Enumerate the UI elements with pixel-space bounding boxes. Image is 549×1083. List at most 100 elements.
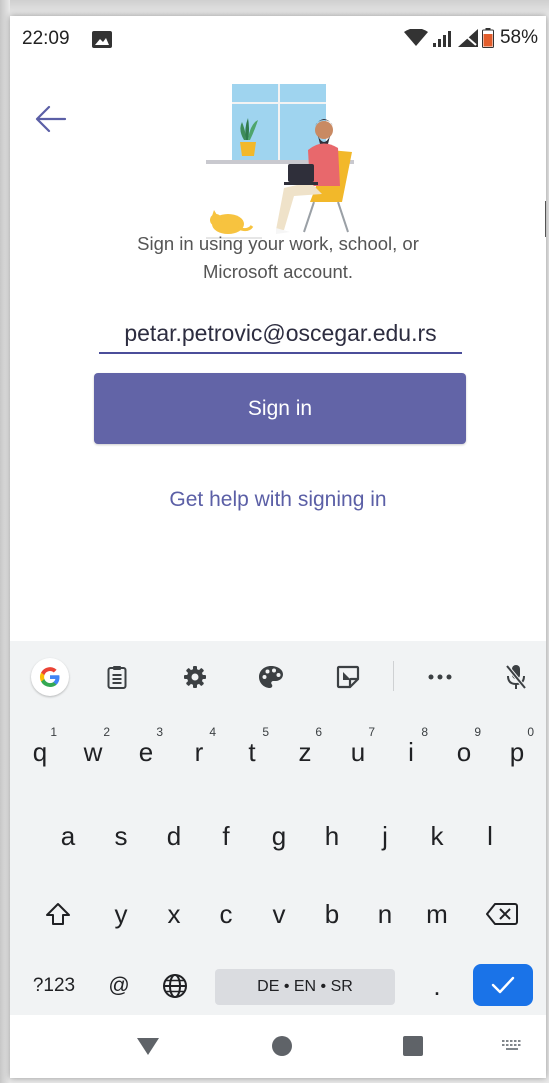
key-d[interactable]: d <box>149 807 199 865</box>
system-nav-bar <box>10 1015 546 1078</box>
key-hint: 7 <box>368 725 375 739</box>
theme-button[interactable] <box>252 658 290 696</box>
key-x[interactable]: x <box>149 885 199 943</box>
key-e[interactable]: e3 <box>121 723 171 781</box>
home-circle-icon <box>272 1036 292 1056</box>
sign-in-button[interactable]: Sign in <box>94 373 466 444</box>
key-hint: 5 <box>262 725 269 739</box>
globe-icon <box>163 974 187 998</box>
back-button[interactable] <box>30 98 72 140</box>
key-label: q <box>32 736 48 767</box>
key-label: t <box>248 736 256 767</box>
description-text: Sign in using your work, school, or Micr… <box>137 233 419 282</box>
key-hint: 2 <box>103 725 110 739</box>
help-signing-in-link[interactable]: Get help with signing in <box>10 488 546 512</box>
key-r[interactable]: r4 <box>174 723 224 781</box>
key-s[interactable]: s <box>96 807 146 865</box>
key-label: i <box>408 736 414 767</box>
gear-icon <box>184 666 206 688</box>
signal-icon <box>432 31 451 47</box>
key-label: r <box>194 736 204 767</box>
key-label: o <box>456 736 472 767</box>
battery-percent: 58% <box>499 27 538 48</box>
sticker-button[interactable] <box>329 658 367 696</box>
key-a[interactable]: a <box>43 807 93 865</box>
key-n[interactable]: n <box>360 885 410 943</box>
key-label: p <box>509 736 525 767</box>
key-z[interactable]: z6 <box>280 723 330 781</box>
google-button[interactable] <box>31 658 69 696</box>
key-k[interactable]: k <box>412 807 462 865</box>
key-l[interactable]: l <box>465 807 515 865</box>
key-t[interactable]: t5 <box>227 723 277 781</box>
status-icons: 58% <box>403 27 538 49</box>
edge-divider <box>545 201 546 237</box>
checkmark-icon <box>491 976 515 994</box>
palette-icon <box>259 666 283 688</box>
key-w[interactable]: w2 <box>68 723 118 781</box>
backspace-icon <box>486 903 518 925</box>
image-icon <box>92 31 112 48</box>
voice-input-button[interactable] <box>497 658 535 696</box>
language-key[interactable] <box>150 961 200 1011</box>
symbols-key[interactable]: ?123 <box>24 961 84 1011</box>
keyboard-switch-icon <box>502 1040 521 1050</box>
toolbar-divider <box>393 661 394 691</box>
app-screen: 22:09 58% Sign in using your work, schoo… <box>10 16 546 1078</box>
clipboard-button[interactable] <box>98 658 136 696</box>
key-u[interactable]: u7 <box>333 723 383 781</box>
key-g[interactable]: g <box>254 807 304 865</box>
sign-in-illustration <box>206 84 354 239</box>
key-o[interactable]: o9 <box>439 723 489 781</box>
shift-key[interactable] <box>28 885 88 943</box>
key-label: w <box>83 736 103 767</box>
key-m[interactable]: m <box>412 885 462 943</box>
at-key[interactable]: @ <box>94 961 144 1011</box>
nav-recents-button[interactable] <box>399 1032 427 1060</box>
key-j[interactable]: j <box>360 807 410 865</box>
arrow-left-icon <box>35 105 67 133</box>
key-q[interactable]: q1 <box>15 723 65 781</box>
key-label: u <box>350 736 366 767</box>
key-h[interactable]: h <box>307 807 357 865</box>
nav-home-button[interactable] <box>268 1032 296 1060</box>
key-hint: 3 <box>156 725 163 739</box>
key-hint: 8 <box>421 725 428 739</box>
more-icon <box>428 674 452 680</box>
no-signal-icon <box>457 29 478 47</box>
backspace-key[interactable] <box>472 885 532 943</box>
key-hint: 6 <box>315 725 322 739</box>
settings-button[interactable] <box>176 658 214 696</box>
key-hint: 1 <box>50 725 57 739</box>
key-v[interactable]: v <box>254 885 304 943</box>
shift-icon <box>46 903 70 925</box>
wifi-icon <box>403 29 428 46</box>
clipboard-icon <box>107 666 127 689</box>
sticker-icon <box>336 665 360 689</box>
key-y[interactable]: y <box>96 885 146 943</box>
email-field[interactable] <box>99 314 462 354</box>
key-hint: 4 <box>209 725 216 739</box>
keyboard-switch-button[interactable] <box>498 1032 526 1060</box>
key-label: e <box>138 736 154 767</box>
space-key[interactable]: DE • EN • SR <box>215 969 395 1005</box>
key-hint: 0 <box>527 725 534 739</box>
on-screen-keyboard: q1 w2 e3 r4 t5 z6 u7 i8 o9 p0 a s d f g … <box>10 641 546 1015</box>
key-f[interactable]: f <box>201 807 251 865</box>
key-b[interactable]: b <box>307 885 357 943</box>
status-bar: 22:09 58% <box>10 16 546 64</box>
battery-icon <box>481 28 494 48</box>
key-hint: 9 <box>474 725 481 739</box>
key-p[interactable]: p0 <box>492 723 542 781</box>
enter-key[interactable] <box>473 964 533 1006</box>
mic-off-icon <box>505 664 527 690</box>
nav-back-button[interactable] <box>134 1032 162 1060</box>
period-key[interactable]: . <box>412 961 462 1011</box>
status-time: 22:09 <box>22 28 70 49</box>
back-triangle-icon <box>137 1038 159 1055</box>
more-button[interactable] <box>421 658 459 696</box>
key-label: z <box>298 736 312 767</box>
key-c[interactable]: c <box>201 885 251 943</box>
google-icon <box>31 658 69 696</box>
key-i[interactable]: i8 <box>386 723 436 781</box>
